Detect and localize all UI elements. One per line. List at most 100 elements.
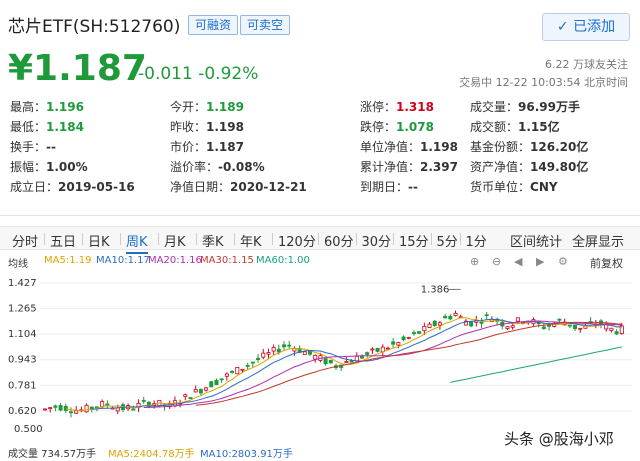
quote-value: 126.20亿 <box>530 140 589 154</box>
tab-divider <box>393 233 394 245</box>
tab-5[interactable]: 季K <box>202 231 224 250</box>
quote-label: 货币单位： <box>470 180 531 194</box>
quote-cell: 累计净值：2.397 <box>360 158 458 175</box>
tab-divider <box>82 233 83 245</box>
quote-label: 昨收： <box>170 120 207 134</box>
candle-body <box>432 320 437 326</box>
candle-body <box>53 405 58 408</box>
y-tick-label: 0.781 <box>8 380 37 391</box>
quote-value: -0.08% <box>218 160 265 174</box>
tab-0[interactable]: 分时 <box>12 231 38 250</box>
quote-value: 2020-12-21 <box>230 180 307 194</box>
candle-body <box>276 348 281 353</box>
tab-4[interactable]: 月K <box>164 231 186 250</box>
price-change: -0.011 -0.92% <box>138 64 258 84</box>
divider <box>0 215 640 216</box>
low-label: 0.500 <box>14 424 43 435</box>
candle-body <box>214 379 219 386</box>
candle-body <box>515 317 520 322</box>
range-stats-button[interactable]: 区间统计 <box>510 231 562 250</box>
tab-12[interactable]: 1分 <box>466 231 487 250</box>
quote-row: 最低：1.184 昨收：1.198 跌停：1.078 成交额：1.15亿 <box>10 118 630 138</box>
quote-label: 跌停： <box>360 120 397 134</box>
quote-value: 2019-05-16 <box>58 180 135 194</box>
quote-label: 涨停： <box>360 100 397 114</box>
current-price: ¥1.187 <box>8 48 147 89</box>
candle-body <box>204 387 209 391</box>
quote-value: 1.00% <box>46 160 88 174</box>
trade-status: 交易中 12-22 10:03:54 北京时间 <box>459 76 628 89</box>
margin-tag: 可融资 <box>188 15 239 35</box>
candle-body <box>292 348 297 352</box>
tab-9[interactable]: 30分 <box>362 231 392 250</box>
quote-cell: 成交量：96.99万手 <box>470 98 580 115</box>
tab-11[interactable]: 5分 <box>437 231 458 250</box>
tab-8[interactable]: 60分 <box>324 231 354 250</box>
candle-body <box>344 361 349 363</box>
candle-body <box>469 321 474 327</box>
quote-row: 最高：1.196 今开：1.189 涨停：1.318 成交量：96.99万手 <box>10 98 630 118</box>
candle-body <box>557 318 562 321</box>
fullscreen-button[interactable]: 全屏显示 <box>572 231 624 250</box>
candle-body <box>188 397 193 399</box>
quote-row: 振幅：1.00% 溢价率：-0.08% 累计净值：2.397 资产净值：149.80亿 <box>10 158 630 178</box>
search-icon[interactable]: ⊕ <box>470 255 479 268</box>
short-tag: 可卖空 <box>240 15 291 35</box>
quote-value: 1.078 <box>396 120 434 134</box>
tab-divider <box>430 233 432 245</box>
quote-value: 1.198 <box>206 120 244 134</box>
tab-divider <box>272 233 273 245</box>
tab-6[interactable]: 年K <box>240 231 262 250</box>
zoom-out-icon[interactable]: ⊖ <box>492 255 501 268</box>
tab-10[interactable]: 15分 <box>399 231 429 250</box>
candle-body <box>401 336 406 341</box>
kline-chart[interactable]: 1.427 1.265 1.104 0.943 0.781 0.620 0.500 1.386 <box>0 270 640 446</box>
ma-mode-select[interactable]: 均线 <box>8 255 28 270</box>
quote-cell: 净值日期：2020-12-21 <box>170 178 307 195</box>
quote-label: 最高： <box>10 100 47 114</box>
right-icon[interactable]: ▶ <box>536 255 544 268</box>
tab-divider <box>234 233 235 245</box>
period-tabs: 分时 五日 日K 周K 月K 季K 年K 120分 60分 30分 15分 5分 1分 区间统计 全屏显示 <box>0 226 640 254</box>
quote-cell: 今开：1.189 <box>170 98 244 115</box>
tab-divider <box>459 233 461 245</box>
candle-body <box>427 323 432 328</box>
candle-body <box>115 407 120 412</box>
ma-legend-item: MA20:1.16 <box>148 255 202 266</box>
added-button[interactable]: ✓ 已添加 <box>542 13 630 41</box>
adjust-select[interactable]: 前复权 <box>590 255 623 271</box>
change-percent: -0.92% <box>198 64 259 84</box>
candle-body <box>282 344 287 348</box>
quote-cell: 溢价率：-0.08% <box>170 158 265 175</box>
ma-legend-item: MA5:1.19 <box>44 255 92 266</box>
settings-icon[interactable]: ⚙ <box>558 255 568 268</box>
quote-cell: 涨停：1.318 <box>360 98 434 115</box>
added-button-label: 已添加 <box>573 19 616 35</box>
candle-body <box>417 331 422 334</box>
candle-body <box>609 327 614 331</box>
y-tick-label: 1.265 <box>8 304 37 315</box>
quote-cell: 昨收：1.198 <box>170 118 244 135</box>
tab-7[interactable]: 120分 <box>278 231 316 250</box>
candle-body <box>328 359 333 364</box>
candle-body <box>541 326 546 330</box>
y-tick-label: 1.427 <box>8 278 37 289</box>
quote-label: 振幅： <box>10 160 47 174</box>
candle-body <box>141 399 146 402</box>
candle-body <box>198 389 203 394</box>
quote-value: -- <box>408 180 418 194</box>
quote-row: 成立日：2019-05-16 净值日期：2020-12-21 到期日：-- 货币单位：… <box>10 178 630 198</box>
tab-1[interactable]: 五日 <box>50 231 76 250</box>
tab-2[interactable]: 日K <box>88 231 110 250</box>
tab-3[interactable]: 周K <box>126 231 148 254</box>
quote-cell: 成交额：1.15亿 <box>470 118 560 135</box>
candle-body <box>370 348 375 351</box>
quote-value: 1.184 <box>46 120 84 134</box>
left-icon[interactable]: ◀ <box>514 255 522 268</box>
quote-value: 96.99万手 <box>518 100 580 114</box>
candle-body <box>209 381 214 388</box>
ma-legend-item: MA60:1.00 <box>256 255 310 266</box>
quote-cell: 成立日：2019-05-16 <box>10 178 135 195</box>
candle-body <box>43 408 48 411</box>
candle-body <box>411 332 416 335</box>
